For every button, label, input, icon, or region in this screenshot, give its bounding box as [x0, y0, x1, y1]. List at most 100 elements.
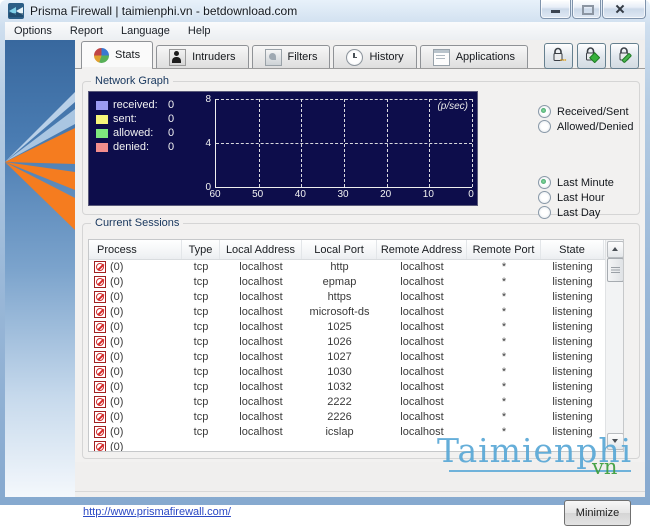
cell-state: listening — [541, 321, 604, 333]
session-row[interactable]: (0)tcplocalhosthttplocalhost*listening — [89, 259, 606, 274]
radio-selected-icon — [538, 105, 551, 118]
session-row[interactable]: (0) — [89, 439, 606, 451]
process-blocked-icon — [94, 396, 106, 408]
column-header-remote-port[interactable]: Remote Port — [467, 240, 541, 259]
close-icon[interactable] — [602, 0, 646, 19]
cell-local_port: http — [302, 261, 377, 273]
session-row[interactable]: (0)tcplocalhost1026localhost*listening — [89, 334, 606, 349]
session-row[interactable]: (0)tcplocalhost1025localhost*listening — [89, 319, 606, 334]
cell-local_port: 1025 — [302, 321, 377, 333]
cell-remote_address: localhost — [377, 306, 467, 318]
process-label: (0) — [110, 366, 123, 378]
session-row[interactable]: (0)tcplocalhost1030localhost*listening — [89, 364, 606, 379]
tab-intruders[interactable]: Intruders — [156, 45, 248, 68]
process-label: (0) — [110, 336, 123, 348]
tab-applications[interactable]: Applications — [420, 45, 528, 68]
column-header-type[interactable]: Type — [182, 240, 220, 259]
scrollbar-thumb[interactable] — [607, 258, 624, 282]
process-blocked-icon — [94, 336, 106, 348]
cell-remote_port: * — [467, 381, 541, 393]
cell-state: listening — [541, 276, 604, 288]
app-icon — [8, 3, 24, 19]
cell-type: tcp — [182, 426, 220, 438]
scroll-up-icon[interactable] — [607, 241, 624, 258]
vertical-scrollbar[interactable] — [605, 240, 623, 451]
column-header-local-port[interactable]: Local Port — [302, 240, 377, 259]
radio-allowed-denied[interactable]: Allowed/Denied — [538, 119, 633, 134]
cell-process: (0) — [89, 336, 182, 348]
tab-stats[interactable]: Stats — [81, 41, 153, 68]
column-header-state[interactable]: State — [541, 240, 604, 259]
menu-item-language[interactable]: Language — [112, 22, 179, 40]
session-row[interactable]: (0)tcplocalhost1027localhost*listening — [89, 349, 606, 364]
cell-remote_port: * — [467, 336, 541, 348]
lock-edit-button[interactable] — [610, 43, 639, 69]
decorative-rays — [5, 40, 75, 497]
tab-label: Filters — [288, 51, 318, 63]
cell-local_port: icslap — [302, 426, 377, 438]
cell-type: tcp — [182, 306, 220, 318]
lock-toolbar — [544, 43, 639, 69]
tab-filters[interactable]: Filters — [252, 45, 331, 68]
cell-local_address: localhost — [220, 336, 302, 348]
radio-option-label: Allowed/Denied — [557, 121, 633, 133]
session-row[interactable]: (0)tcplocalhost1032localhost*listening — [89, 379, 606, 394]
cell-state: listening — [541, 351, 604, 363]
cell-remote_port: * — [467, 411, 541, 423]
radio-option-label: Last Hour — [557, 192, 605, 204]
tab-strip: Stats Intruders Filters HistoryApplications — [81, 42, 531, 68]
column-header-process[interactable]: Process — [89, 240, 182, 259]
cell-type: tcp — [182, 261, 220, 273]
session-row[interactable]: (0)tcplocalhostmicrosoft-dslocalhost*lis… — [89, 304, 606, 319]
graph-y-axis: 840 — [89, 92, 211, 205]
minimize-button[interactable]: Minimize — [564, 500, 631, 526]
radio-icon — [538, 120, 551, 133]
cell-process: (0) — [89, 321, 182, 333]
radio-received-sent[interactable]: Received/Sent — [538, 104, 633, 119]
session-row[interactable]: (0)tcplocalhost2222localhost*listening — [89, 394, 606, 409]
maximize-icon[interactable] — [572, 0, 601, 19]
radio-icon — [538, 206, 551, 219]
session-row[interactable]: (0)tcplocalhostepmaplocalhost*listening — [89, 274, 606, 289]
tab-history[interactable]: History — [333, 45, 416, 68]
current-sessions-group: Current Sessions ProcessTypeLocal Addres… — [82, 223, 640, 459]
scroll-down-icon[interactable] — [607, 433, 624, 450]
menu-item-report[interactable]: Report — [61, 22, 112, 40]
session-row[interactable]: (0)tcplocalhosticslaplocalhost*listening — [89, 424, 606, 439]
cell-remote_address: localhost — [377, 276, 467, 288]
cell-remote_port: * — [467, 276, 541, 288]
cell-type: tcp — [182, 321, 220, 333]
radio-last-minute[interactable]: Last Minute — [538, 175, 614, 190]
lock-button[interactable] — [544, 43, 573, 69]
column-header-local-address[interactable]: Local Address — [220, 240, 302, 259]
cell-local_address: localhost — [220, 276, 302, 288]
tab-label: Stats — [115, 49, 140, 61]
cell-local_address: localhost — [220, 261, 302, 273]
process-label: (0) — [110, 381, 123, 393]
graph-unit-label: (p/sec) — [437, 101, 468, 112]
cell-local_port: 1030 — [302, 366, 377, 378]
session-row[interactable]: (0)tcplocalhost2226localhost*listening — [89, 409, 606, 424]
process-blocked-icon — [94, 351, 106, 363]
cell-local_address: localhost — [220, 321, 302, 333]
cell-remote_address: localhost — [377, 261, 467, 273]
cell-remote_address: localhost — [377, 411, 467, 423]
session-row[interactable]: (0)tcplocalhosthttpslocalhost*listening — [89, 289, 606, 304]
process-label: (0) — [110, 411, 123, 423]
radio-last-day[interactable]: Last Day — [538, 205, 614, 220]
menu-item-options[interactable]: Options — [5, 22, 61, 40]
cell-remote_port: * — [467, 306, 541, 318]
graph-range-options: Last Minute Last HourLast Day — [538, 175, 614, 220]
cell-remote_address: localhost — [377, 336, 467, 348]
menu-item-help[interactable]: Help — [179, 22, 220, 40]
cell-local_address: localhost — [220, 351, 302, 363]
cell-state: listening — [541, 366, 604, 378]
minimize-icon[interactable] — [540, 0, 571, 19]
homepage-link[interactable]: http://www.prismafirewall.com/ — [83, 506, 231, 518]
history-icon — [346, 49, 363, 66]
cell-state: listening — [541, 426, 604, 438]
radio-last-hour[interactable]: Last Hour — [538, 190, 614, 205]
lock-allow-button[interactable] — [577, 43, 606, 69]
process-blocked-icon — [94, 276, 106, 288]
column-header-remote-address[interactable]: Remote Address — [377, 240, 467, 259]
